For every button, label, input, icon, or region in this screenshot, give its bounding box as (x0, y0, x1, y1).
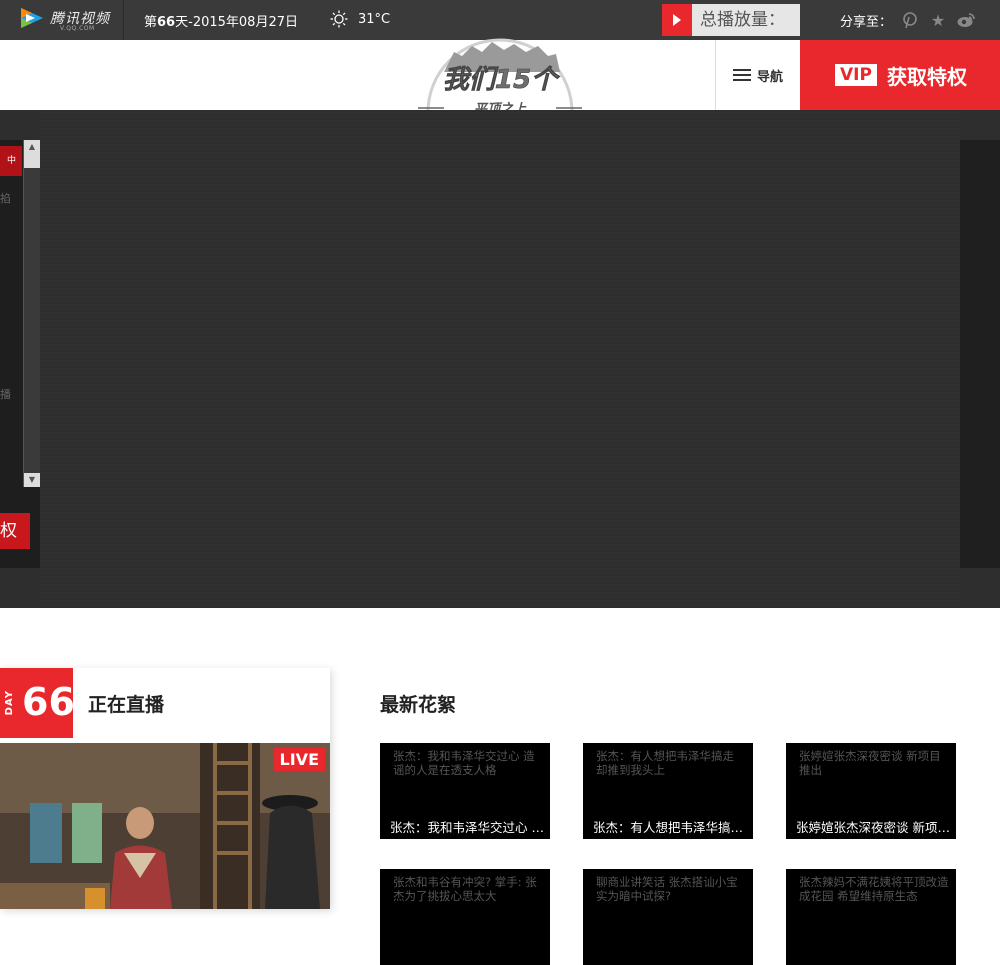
clip-card[interactable]: 张杰和韦谷有冲突? 掌手: 张杰为了挑拔心思太大 (380, 869, 550, 965)
clip-desc: 聊商业讲笑话 张杰搭讪小宝实为暗中试探? (596, 875, 738, 903)
show-logo-main: 我们15个 (443, 65, 560, 95)
right-side-panel (960, 140, 1000, 568)
scroll-down-icon[interactable]: ▼ (24, 473, 40, 487)
nav-label: 导航 (756, 69, 783, 85)
day-prefix: 第 (144, 15, 158, 30)
total-plays-label: 总播放量： (692, 4, 800, 36)
left-edge-text-1: 掐 (0, 192, 11, 205)
show-logo[interactable]: 我们15个 平顶之上 (414, 12, 586, 120)
temperature: 31°C (358, 11, 391, 27)
player-area: 中 掐 播 ▲ ▼ 权 (0, 110, 1000, 608)
vip-text: 获取特权 (886, 64, 967, 89)
live-stream-thumbnail[interactable]: LIVE (0, 743, 330, 909)
scroll-thumb[interactable] (24, 154, 40, 168)
date-text: -2015年08月27日 (188, 15, 298, 30)
left-side-panel: 中 掐 播 ▲ ▼ 权 (0, 140, 40, 568)
video-player[interactable] (40, 110, 960, 608)
nav-button[interactable]: 导航 (715, 40, 800, 110)
star-icon[interactable]: ★ (928, 10, 948, 30)
clip-card[interactable]: 张杰辣妈不满花姨将平顶改造成花园 希望维持原生态 (786, 869, 956, 965)
share-bar: 分享至： ★ (840, 10, 976, 30)
brand-domain: V.QQ.COM (60, 25, 95, 32)
left-scrollbar[interactable]: ▲ ▼ (23, 140, 40, 487)
scroll-up-icon[interactable]: ▲ (24, 140, 40, 154)
total-plays[interactable]: 总播放量： (662, 4, 800, 36)
left-red-tab[interactable]: 中 (0, 146, 22, 176)
vip-privilege-button[interactable]: VIP 获取特权 (800, 40, 1000, 110)
weather: 31°C (330, 8, 390, 30)
clip-desc: 张杰辣妈不满花姨将平顶改造成花园 希望维持原生态 (799, 875, 949, 903)
pinterest-icon[interactable] (900, 10, 920, 30)
clip-card[interactable]: 聊商业讲笑话 张杰搭讪小宝实为暗中试探? (583, 869, 753, 965)
left-red-button[interactable]: 权 (0, 513, 30, 549)
clip-desc: 张杰和韦谷有冲突? 掌手: 张杰为了挑拔心思太大 (393, 875, 537, 903)
live-section: DAY 66 正在直播 LIVE (0, 668, 330, 909)
share-label: 分享至： (840, 14, 893, 30)
day-badge-number: 66 (22, 680, 75, 724)
clip-card[interactable]: 张婷媗张杰深夜密谈 新项目推出 张婷媗张杰深夜密谈 新项目推出 (786, 743, 956, 839)
clip-caption: 张杰：我和韦泽华交过心 造谣的人是在透支人格 (390, 820, 545, 835)
day-suffix: 天 (175, 15, 189, 30)
clip-card[interactable]: 张杰：我和韦泽华交过心 造谣的人是在透支人格 张杰：我和韦泽华交过心 造谣的人是… (380, 743, 550, 839)
live-title: 正在直播 (88, 694, 165, 716)
header: 我们15个 平顶之上 导航 VIP 获取特权 (0, 38, 1000, 117)
sun-icon (330, 10, 348, 28)
vip-tag: VIP (835, 64, 877, 86)
tencent-video-logo[interactable]: 腾讯视频 V.QQ.COM (0, 0, 124, 40)
day-date: 第66天-2015年08月27日 (144, 11, 298, 30)
clip-desc: 张杰：我和韦泽华交过心 造谣的人是在透支人格 (393, 749, 535, 777)
day-number: 66 (157, 15, 176, 30)
clip-desc: 张婷媗张杰深夜密谈 新项目推出 (799, 749, 941, 777)
clip-card[interactable]: 张杰：有人想把韦泽华搞走 却推到我头上 张杰：有人想把韦泽华搞走 却推到我头上 (583, 743, 753, 839)
hamburger-icon (732, 69, 751, 81)
day-badge: DAY 66 (0, 668, 75, 738)
clips-title: 最新花絮 (380, 694, 457, 716)
live-tag: LIVE (273, 748, 325, 771)
clip-caption: 张杰：有人想把韦泽华搞走 却推到我头上 (593, 820, 748, 835)
day-badge-label: DAY (4, 690, 15, 716)
clip-desc: 张杰：有人想把韦泽华搞走 却推到我头上 (596, 749, 734, 777)
clip-caption: 张婷媗张杰深夜密谈 新项目推出 (796, 820, 951, 835)
play-logo-icon (21, 8, 43, 28)
left-edge-text-2: 播 (0, 388, 11, 401)
play-arrow-icon (662, 4, 692, 36)
weibo-icon[interactable] (956, 10, 976, 30)
